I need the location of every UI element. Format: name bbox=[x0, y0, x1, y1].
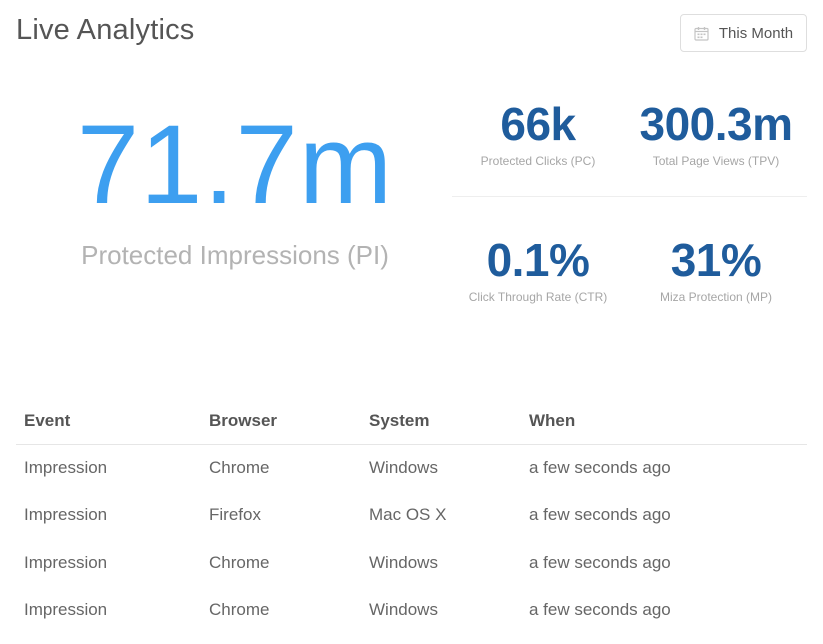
cell-when: a few seconds ago bbox=[529, 552, 671, 572]
date-range-button[interactable]: This Month bbox=[680, 14, 807, 52]
cell-browser: Chrome bbox=[209, 458, 270, 477]
cell-event: Impression bbox=[24, 458, 108, 477]
stat-label: Protected Clicks (PC) bbox=[480, 154, 596, 168]
stat-value: 300.3m bbox=[639, 98, 793, 150]
cell-system: Windows bbox=[369, 600, 438, 620]
events-table: Event Browser System When Impression Chr… bbox=[16, 398, 807, 634]
live-analytics-page: Live Analytics This Month 71.7m Protecte… bbox=[0, 0, 823, 644]
table-row: Impression Chrome Windows a few seconds … bbox=[16, 539, 807, 587]
protected-impressions-metric: 71.7m Protected Impressions (PI) bbox=[20, 100, 450, 271]
cell-browser: Chrome bbox=[209, 600, 270, 620]
stat-total-page-views: 300.3m Total Page Views (TPV) bbox=[631, 96, 801, 168]
cell-when: a few seconds ago bbox=[529, 458, 671, 477]
cell-system: Mac OS X bbox=[369, 505, 447, 525]
stat-label: Click Through Rate (CTR) bbox=[468, 290, 608, 304]
stat-click-through-rate: 0.1% Click Through Rate (CTR) bbox=[453, 232, 623, 304]
page-title: Live Analytics bbox=[16, 14, 195, 46]
cell-system: Windows bbox=[369, 552, 438, 572]
table-header-row: Event Browser System When bbox=[16, 398, 807, 445]
cell-when: a few seconds ago bbox=[529, 505, 671, 525]
date-range-label: This Month bbox=[718, 24, 794, 42]
table-row: Impression Firefox Mac OS X a few second… bbox=[16, 492, 807, 540]
stat-label: Miza Protection (MP) bbox=[659, 290, 773, 304]
cell-system: Windows bbox=[369, 458, 438, 477]
protected-impressions-value: 71.7m bbox=[76, 102, 394, 227]
calendar-icon bbox=[694, 26, 709, 41]
column-header-browser: Browser bbox=[201, 398, 361, 445]
table-row: Impression Chrome Windows a few seconds … bbox=[16, 587, 807, 635]
stats-divider bbox=[452, 196, 807, 197]
stat-value: 66k bbox=[500, 98, 576, 150]
protected-impressions-label: Protected Impressions (PI) bbox=[81, 240, 389, 270]
column-header-event: Event bbox=[16, 398, 201, 445]
cell-event: Impression bbox=[24, 600, 108, 620]
stat-miza-protection: 31% Miza Protection (MP) bbox=[631, 232, 801, 304]
cell-browser: Chrome bbox=[209, 552, 270, 572]
cell-when: a few seconds ago bbox=[529, 600, 671, 620]
cell-event: Impression bbox=[24, 505, 108, 525]
stat-label: Total Page Views (TPV) bbox=[652, 154, 780, 168]
stat-protected-clicks: 66k Protected Clicks (PC) bbox=[453, 96, 623, 168]
cell-event: Impression bbox=[24, 552, 108, 572]
table-row: Impression Chrome Windows a few seconds … bbox=[16, 444, 807, 492]
column-header-system: System bbox=[361, 398, 521, 445]
cell-browser: Firefox bbox=[209, 505, 261, 525]
column-header-when: When bbox=[521, 398, 807, 445]
stat-value: 31% bbox=[670, 234, 762, 286]
stat-value: 0.1% bbox=[486, 234, 590, 286]
